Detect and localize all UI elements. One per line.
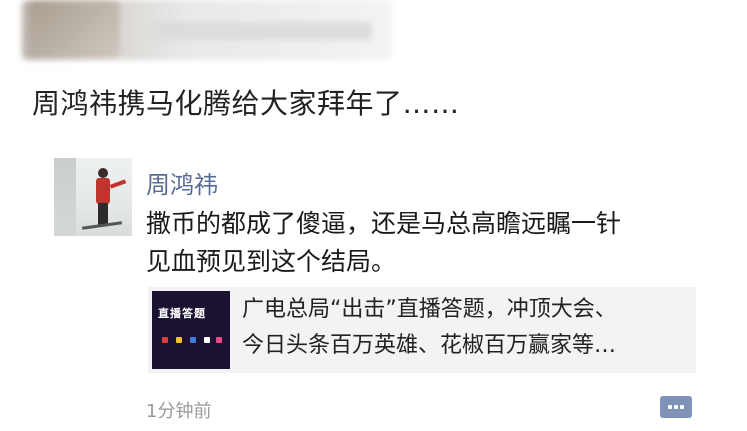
- previous-post-blurred: [22, 0, 392, 60]
- author-name[interactable]: 周鸿祎: [146, 165, 218, 200]
- thumb-dot-red: [162, 337, 168, 343]
- previous-post-thumbnail: [30, 0, 120, 58]
- thumb-dot-blue: [190, 337, 196, 343]
- post-text-line-1: 撒币的都成了傻逼，还是马总高瞻远瞩一针: [146, 209, 622, 238]
- post-text: 撒币的都成了傻逼，还是马总高瞻远瞩一针 见血预见到这个结局。: [146, 205, 686, 281]
- comment-icon-dot: [674, 405, 678, 409]
- comment-icon[interactable]: [660, 396, 692, 418]
- avatar-skier-head: [98, 168, 108, 178]
- post-timestamp: 1分钟前: [146, 401, 212, 422]
- thumb-dot-pink: [216, 337, 222, 343]
- avatar[interactable]: [54, 158, 132, 236]
- comment-icon-dot: [680, 405, 684, 409]
- shared-link-card[interactable]: 直播答题 广电总局“出击”直播答题，冲顶大会、 今日头条百万英雄、花椒百万赢家等…: [148, 287, 696, 373]
- link-thumbnail-title: 直播答题: [158, 307, 206, 320]
- post-caption: 周鸿祎携马化腾给大家拜年了……: [32, 87, 460, 120]
- avatar-skier-body: [96, 178, 110, 204]
- moments-post: 周鸿祎 撒币的都成了傻逼，还是马总高瞻远瞩一针 见血预见到这个结局。 直播答题 …: [46, 150, 706, 431]
- avatar-skier-arm: [109, 179, 127, 189]
- post-text-line-2: 见血预见到这个结局。: [146, 247, 397, 276]
- thumb-dot-white: [204, 337, 210, 343]
- previous-post-text-blurred: [152, 22, 372, 40]
- thumb-dot-yellow: [176, 337, 182, 343]
- comment-icon-dot: [668, 405, 672, 409]
- link-title-line-1: 广电总局“出击”直播答题，冲顶大会、: [242, 297, 617, 322]
- link-title-line-2: 今日头条百万英雄、花椒百万赢家等…: [242, 333, 617, 358]
- avatar-skier-legs: [98, 203, 108, 225]
- link-thumbnail: 直播答题: [152, 291, 230, 369]
- avatar-tree-shape: [54, 158, 76, 236]
- link-title: 广电总局“出击”直播答题，冲顶大会、 今日头条百万英雄、花椒百万赢家等…: [242, 292, 692, 364]
